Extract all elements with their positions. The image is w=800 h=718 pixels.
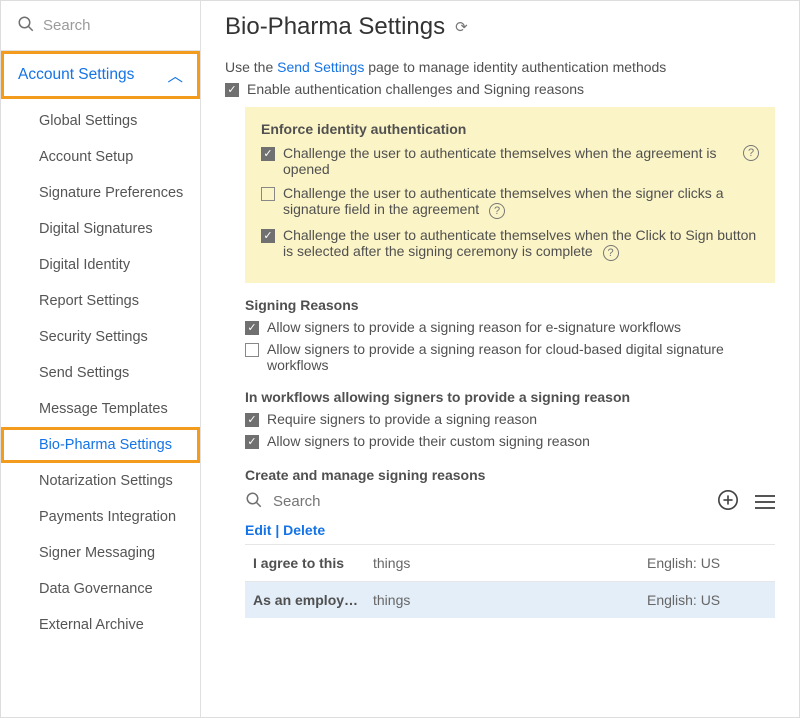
wf-opt1-row: Require signers to provide a signing rea…	[245, 411, 775, 427]
nav-item-digital-identity[interactable]: Digital Identity	[1, 247, 200, 283]
nav-account-settings-label: Account Settings	[18, 66, 134, 84]
sidebar: Account Settings ︿ Global Settings Accou…	[1, 1, 201, 717]
help-icon[interactable]: ?	[743, 145, 759, 161]
enable-auth-checkbox[interactable]	[225, 83, 239, 97]
nav-item-payments-integration[interactable]: Payments Integration	[1, 499, 200, 535]
send-settings-link[interactable]: Send Settings	[277, 59, 364, 75]
enforce-panel: Enforce identity authentication Challeng…	[245, 107, 775, 283]
sr-opt2-label: Allow signers to provide a signing reaso…	[267, 341, 775, 373]
reason-lang: English: US	[647, 555, 767, 571]
nav-item-bio-pharma-settings[interactable]: Bio-Pharma Settings	[1, 427, 200, 463]
reasons-search-input[interactable]	[273, 493, 472, 510]
reason-name: I agree to this	[253, 555, 373, 571]
sr-opt1-checkbox[interactable]	[245, 321, 259, 335]
nav-item-message-templates[interactable]: Message Templates	[1, 391, 200, 427]
nav-item-account-setup[interactable]: Account Setup	[1, 139, 200, 175]
reasons-table-title: Create and manage signing reasons	[245, 467, 775, 483]
menu-icon[interactable]	[755, 495, 775, 509]
nav-item-security-settings[interactable]: Security Settings	[1, 319, 200, 355]
reason-name: As an employ…	[253, 592, 373, 608]
add-icon[interactable]	[717, 489, 739, 514]
intro-text: Use the Send Settings page to manage ide…	[225, 59, 775, 75]
sidebar-search[interactable]	[1, 1, 200, 51]
nav-item-global-settings[interactable]: Global Settings	[1, 103, 200, 139]
main-content: Bio-Pharma Settings ⟳ Use the Send Setti…	[201, 1, 799, 717]
nav-item-external-archive[interactable]: External Archive	[1, 607, 200, 643]
reason-desc: things	[373, 592, 647, 608]
reasons-search[interactable]	[245, 491, 701, 512]
wf-opt1-label: Require signers to provide a signing rea…	[267, 411, 537, 427]
table-row[interactable]: As an employ… things English: US	[245, 581, 775, 618]
wf-opt1-checkbox[interactable]	[245, 413, 259, 427]
enforce-opt2-checkbox[interactable]	[261, 187, 275, 201]
enforce-opt3-row: Challenge the user to authenticate thems…	[261, 227, 759, 261]
nav-item-signer-messaging[interactable]: Signer Messaging	[1, 535, 200, 571]
wf-opt2-row: Allow signers to provide their custom si…	[245, 433, 775, 449]
wf-opt2-label: Allow signers to provide their custom si…	[267, 433, 590, 449]
nav-item-signature-preferences[interactable]: Signature Preferences	[1, 175, 200, 211]
nav-item-notarization-settings[interactable]: Notarization Settings	[1, 463, 200, 499]
nav-item-report-settings[interactable]: Report Settings	[1, 283, 200, 319]
help-icon[interactable]: ?	[489, 203, 505, 219]
sidebar-search-input[interactable]	[43, 17, 184, 34]
search-icon	[245, 491, 263, 512]
wf-opt2-checkbox[interactable]	[245, 435, 259, 449]
enforce-opt2-row: Challenge the user to authenticate thems…	[261, 185, 759, 219]
sr-opt2-checkbox[interactable]	[245, 343, 259, 357]
table-actions[interactable]: Edit | Delete	[245, 522, 775, 538]
signing-reasons-title: Signing Reasons	[245, 297, 775, 313]
refresh-icon[interactable]: ⟳	[455, 18, 468, 36]
enforce-opt3-checkbox[interactable]	[261, 229, 275, 243]
enforce-opt1-row: Challenge the user to authenticate thems…	[261, 145, 759, 177]
help-icon[interactable]: ?	[603, 245, 619, 261]
chevron-up-icon: ︿	[167, 64, 183, 86]
enforce-title: Enforce identity authentication	[261, 121, 759, 137]
enforce-opt3-label: Challenge the user to authenticate thems…	[283, 227, 759, 261]
reason-lang: English: US	[647, 592, 767, 608]
nav-item-send-settings[interactable]: Send Settings	[1, 355, 200, 391]
reasons-table: I agree to this things English: US As an…	[245, 544, 775, 618]
search-icon	[17, 15, 35, 36]
enforce-opt1-label: Challenge the user to authenticate thems…	[283, 145, 729, 177]
reason-desc: things	[373, 555, 647, 571]
enable-auth-row: Enable authentication challenges and Sig…	[225, 81, 775, 97]
nav-account-settings[interactable]: Account Settings ︿	[1, 51, 200, 99]
nav-sublist: Global Settings Account Setup Signature …	[1, 99, 200, 647]
sr-opt1-row: Allow signers to provide a signing reaso…	[245, 319, 775, 335]
sr-opt1-label: Allow signers to provide a signing reaso…	[267, 319, 681, 335]
table-row[interactable]: I agree to this things English: US	[245, 544, 775, 581]
page-title: Bio-Pharma Settings	[225, 13, 445, 41]
page-title-row: Bio-Pharma Settings ⟳	[225, 13, 775, 41]
workflow-title: In workflows allowing signers to provide…	[245, 389, 775, 405]
nav-item-data-governance[interactable]: Data Governance	[1, 571, 200, 607]
reasons-toolbar	[245, 489, 775, 514]
nav-item-digital-signatures[interactable]: Digital Signatures	[1, 211, 200, 247]
enforce-opt1-checkbox[interactable]	[261, 147, 275, 161]
sr-opt2-row: Allow signers to provide a signing reaso…	[245, 341, 775, 373]
enable-auth-label: Enable authentication challenges and Sig…	[247, 81, 584, 97]
enforce-opt2-label: Challenge the user to authenticate thems…	[283, 185, 759, 219]
